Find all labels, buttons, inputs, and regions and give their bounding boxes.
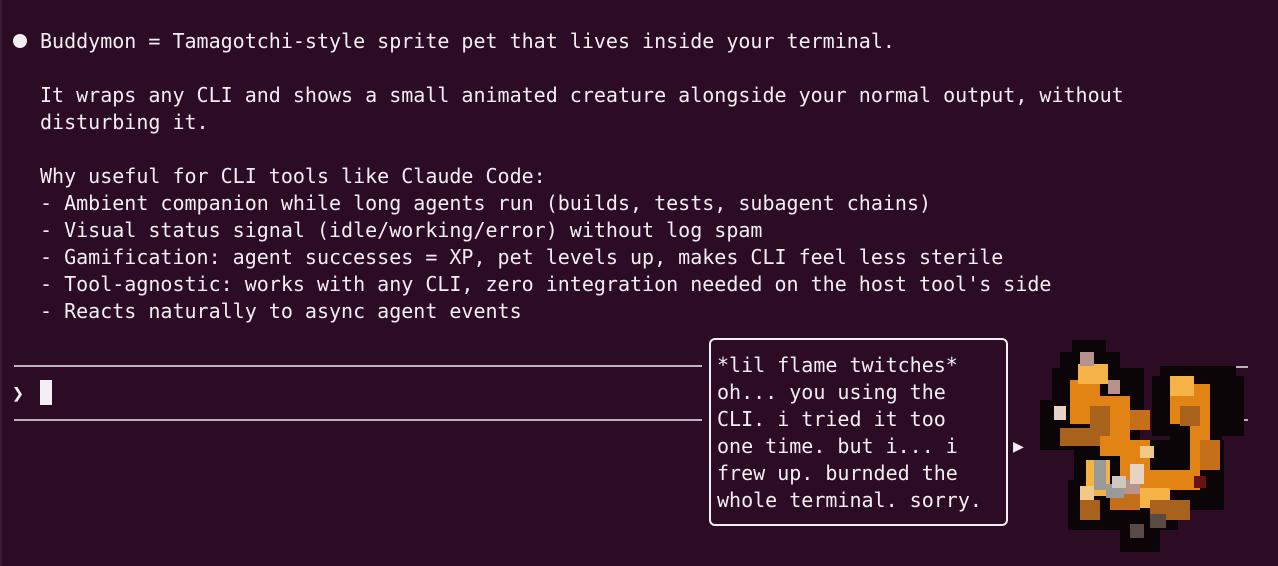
flame-pet-sprite-icon [1040, 340, 1244, 552]
message-line: - Ambient companion while long agents ru… [40, 191, 932, 215]
message-line: Why useful for CLI tools like Claude Cod… [40, 164, 546, 188]
message-line: - Tool-agnostic: works with any CLI, zer… [40, 272, 1052, 296]
window-edge [0, 0, 2, 566]
input-top-divider [14, 365, 702, 367]
bubble-pointer-icon: ▶ [1013, 436, 1024, 457]
message-line: - Gamification: agent successes = XP, pe… [40, 245, 1004, 269]
speech-line: frew up. burnded the [717, 461, 958, 485]
message-line: disturbing it. [40, 110, 209, 134]
text-cursor[interactable] [40, 380, 52, 405]
speech-line: CLI. i tried it too [717, 407, 946, 431]
speech-line: oh... you using the [717, 380, 946, 404]
speech-line: one time. but i... i [717, 434, 958, 458]
bullet-dot-icon [13, 34, 27, 48]
message-line: Buddymon = Tamagotchi-style sprite pet t… [40, 29, 895, 53]
pet-speech-bubble: *lil flame twitches* oh... you using the… [709, 338, 1008, 526]
prompt-chevron-icon: ❯ [12, 381, 25, 405]
input-bottom-divider [14, 419, 702, 421]
speech-line: *lil flame twitches* [717, 353, 958, 377]
message-line: It wraps any CLI and shows a small anima… [40, 83, 1124, 107]
speech-line: whole terminal. sorry. [717, 488, 982, 512]
message-line: - Reacts naturally to async agent events [40, 299, 522, 323]
message-line: - Visual status signal (idle/working/err… [40, 218, 763, 242]
